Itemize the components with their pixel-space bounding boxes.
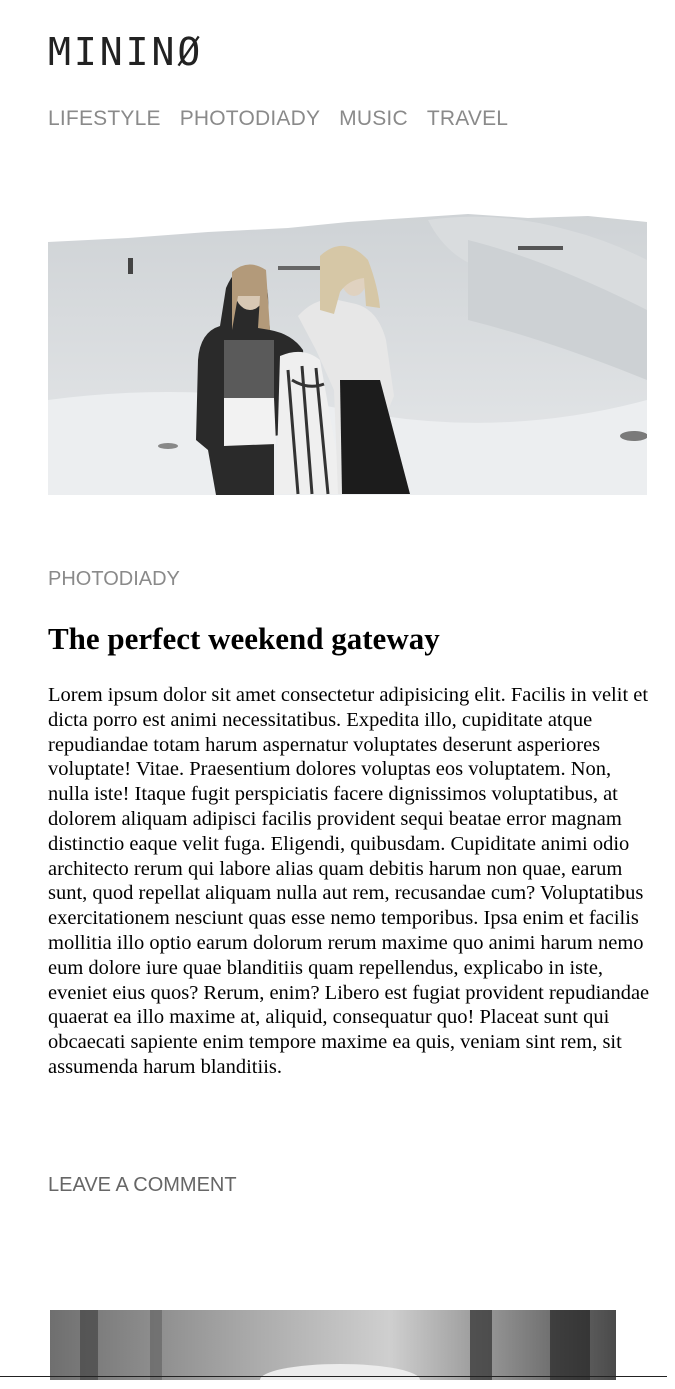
next-post-thumbnail[interactable] bbox=[50, 1310, 616, 1380]
site-logo[interactable]: MININØ bbox=[48, 30, 203, 74]
main-nav: LIFESTYLE PHOTODIADY MUSIC TRAVEL bbox=[48, 107, 508, 131]
nav-item-photodiady[interactable]: PHOTODIADY bbox=[180, 107, 320, 131]
right-edge bbox=[667, 0, 675, 1389]
leave-comment-link[interactable]: LEAVE A COMMENT bbox=[48, 1174, 237, 1197]
hero-photo bbox=[48, 200, 647, 495]
page: MININØ LIFESTYLE PHOTODIADY MUSIC TRAVEL bbox=[0, 0, 675, 1389]
post-body: Lorem ipsum dolor sit amet consectetur a… bbox=[48, 684, 650, 1078]
nav-item-travel[interactable]: TRAVEL bbox=[427, 107, 508, 131]
nav-item-music[interactable]: MUSIC bbox=[339, 107, 408, 131]
post-category[interactable]: PHOTODIADY bbox=[48, 568, 180, 591]
page-bottom-divider bbox=[0, 1376, 667, 1377]
post-title: The perfect weekend gateway bbox=[48, 621, 440, 656]
nav-item-lifestyle[interactable]: LIFESTYLE bbox=[48, 107, 161, 131]
